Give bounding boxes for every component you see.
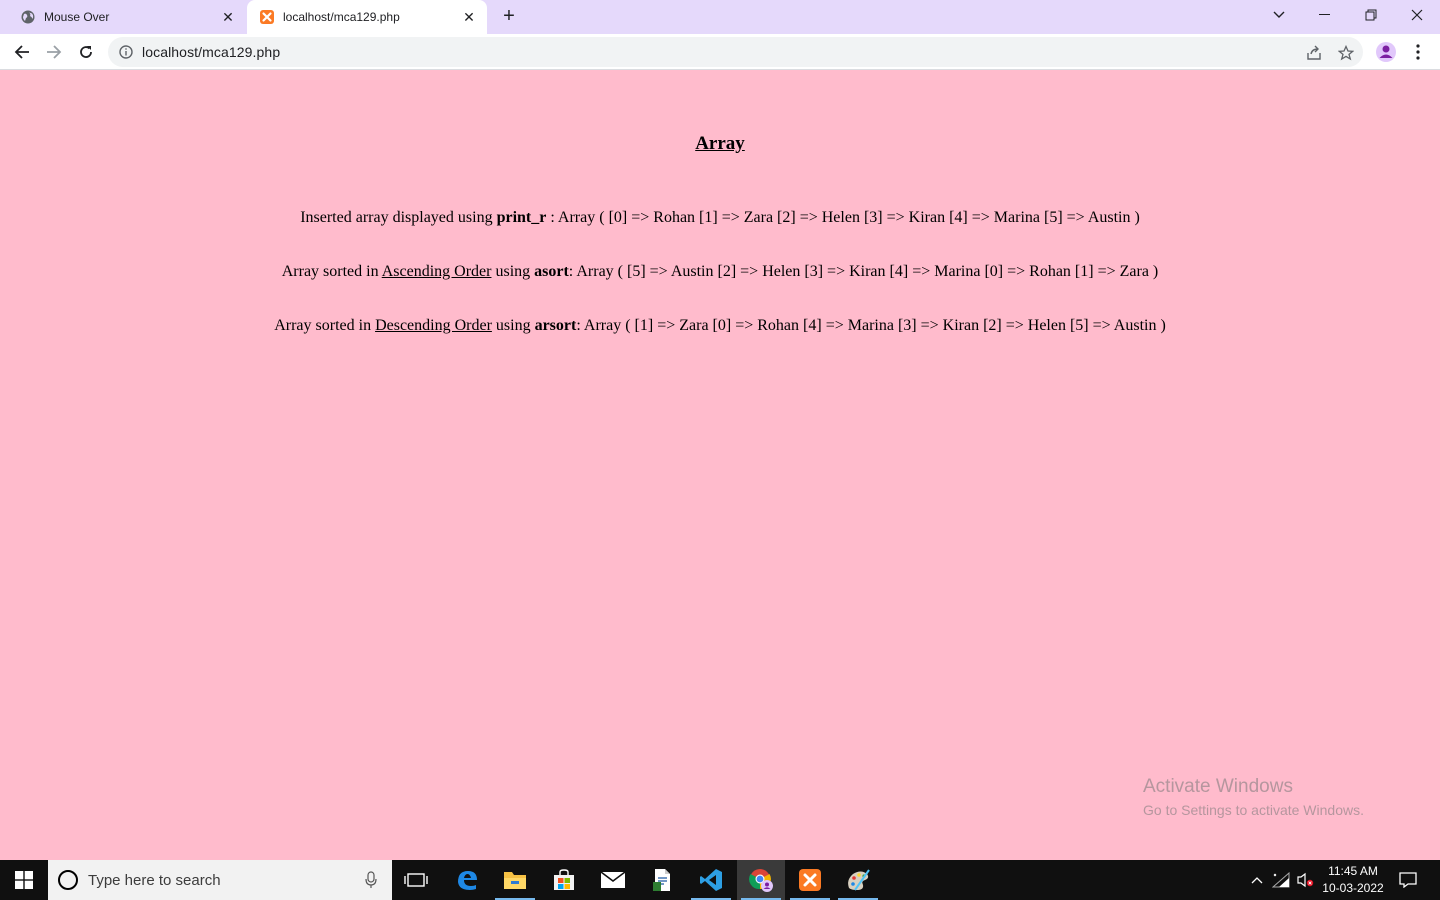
browser-toolbar: localhost/mca129.php [0, 34, 1440, 70]
menu-button[interactable] [1404, 38, 1432, 66]
minimize-button[interactable] [1302, 0, 1348, 30]
show-hidden-icons-button[interactable] [1246, 860, 1268, 900]
address-bar[interactable]: localhost/mca129.php [108, 37, 1363, 67]
clock-date: 10-03-2022 [1322, 881, 1384, 895]
new-tab-button[interactable]: + [498, 6, 520, 28]
xampp-icon [260, 10, 274, 24]
watermark-subtitle: Go to Settings to activate Windows. [1143, 802, 1364, 818]
notifications-button[interactable] [1394, 860, 1422, 900]
edge-taskbar-button[interactable] [443, 860, 491, 900]
mail-taskbar-button[interactable] [589, 860, 637, 900]
file-explorer-taskbar-button[interactable] [491, 860, 539, 900]
function-name: arsort [534, 317, 577, 334]
microphone-icon[interactable] [364, 871, 378, 889]
system-clock[interactable]: 11:45 AM 10-03-2022 [1318, 863, 1388, 897]
tab-strip: Mouse Over ✕ localhost/mca129.php ✕ + [0, 0, 1440, 34]
restore-button[interactable] [1348, 0, 1394, 30]
mail-icon [600, 871, 626, 888]
close-tab-icon[interactable]: ✕ [461, 9, 477, 25]
line-text: using [491, 263, 535, 280]
network-tray-button[interactable] [1270, 860, 1292, 900]
speaker-muted-icon [1297, 872, 1314, 888]
volume-tray-button[interactable] [1294, 860, 1316, 900]
tab-title: Mouse Over [44, 10, 110, 24]
taskbar-search-box[interactable]: Type here to search [48, 860, 392, 900]
wifi-icon [1272, 872, 1290, 888]
clock-time: 11:45 AM [1328, 864, 1378, 878]
line-text: Inserted array displayed using [300, 209, 497, 226]
array-output: : Array ( [1] => Zara [0] => Rohan [4] =… [576, 317, 1166, 334]
arrow-left-icon [14, 45, 29, 59]
paint-palette-icon [848, 869, 870, 891]
store-bag-icon [554, 869, 574, 890]
reload-icon [80, 46, 92, 58]
profile-icon [1376, 42, 1396, 62]
function-name: print_r [496, 209, 547, 226]
kebab-menu-icon [1416, 44, 1420, 60]
chrome-taskbar-button[interactable] [737, 860, 785, 900]
vscode-taskbar-button[interactable] [687, 860, 735, 900]
line-text: Array sorted in [274, 317, 376, 334]
task-view-button[interactable] [392, 860, 440, 900]
print-r-line: Inserted array displayed using print_r :… [0, 209, 1440, 227]
activate-windows-watermark: Activate Windows Go to Settings to activ… [1143, 776, 1364, 818]
paint-taskbar-button[interactable] [834, 860, 882, 900]
edge-icon [458, 871, 477, 890]
globe-icon [21, 10, 35, 24]
chevron-up-icon [1251, 877, 1263, 884]
store-taskbar-button[interactable] [540, 860, 588, 900]
task-view-icon [404, 873, 428, 887]
notification-icon [1399, 872, 1417, 888]
bookmark-star-icon[interactable] [1335, 42, 1357, 64]
folder-icon [504, 872, 526, 889]
windows-logo-icon [15, 871, 33, 889]
url-text: localhost/mca129.php [142, 44, 281, 60]
order-label: Ascending Order [381, 263, 492, 280]
arsort-line: Array sorted in Descending Order using a… [0, 317, 1440, 335]
array-output: : Array ( [0] => Rohan [1] => Zara [2] =… [546, 209, 1140, 226]
page-heading: Array [695, 133, 745, 154]
array-output: : Array ( [5] => Austin [2] => Helen [3]… [568, 263, 1159, 280]
xampp-taskbar-button[interactable] [786, 860, 834, 900]
tab-title: localhost/mca129.php [283, 10, 400, 24]
search-placeholder: Type here to search [88, 872, 221, 889]
xampp-icon [799, 869, 821, 891]
line-text: Array sorted in [281, 263, 382, 280]
arrow-right-icon [47, 45, 62, 59]
forward-button[interactable] [40, 38, 68, 66]
tab-search-icon[interactable] [1256, 0, 1302, 30]
vscode-icon [700, 869, 722, 891]
tab-mouse-over[interactable]: Mouse Over ✕ [0, 0, 246, 34]
line-text: using [491, 317, 535, 334]
profile-avatar[interactable] [1372, 38, 1400, 66]
tab-localhost[interactable]: localhost/mca129.php ✕ [247, 0, 487, 34]
document-icon [653, 869, 670, 891]
function-name: asort [534, 263, 569, 280]
chrome-icon [749, 869, 773, 892]
close-tab-icon[interactable]: ✕ [220, 9, 236, 25]
info-icon[interactable] [118, 44, 134, 60]
taskbar: Type here to search 11:45 AM 10-03-2022 [0, 860, 1440, 900]
start-button[interactable] [0, 860, 48, 900]
cortana-icon [58, 870, 78, 890]
reload-button[interactable] [72, 38, 100, 66]
order-label: Descending Order [375, 317, 492, 334]
share-icon[interactable] [1303, 42, 1325, 64]
close-window-button[interactable] [1394, 0, 1440, 30]
watermark-title: Activate Windows [1143, 776, 1293, 797]
page-content: Array Inserted array displayed using pri… [0, 71, 1440, 860]
back-button[interactable] [8, 38, 36, 66]
document-taskbar-button[interactable] [638, 860, 686, 900]
asort-line: Array sorted in Ascending Order using as… [0, 263, 1440, 281]
